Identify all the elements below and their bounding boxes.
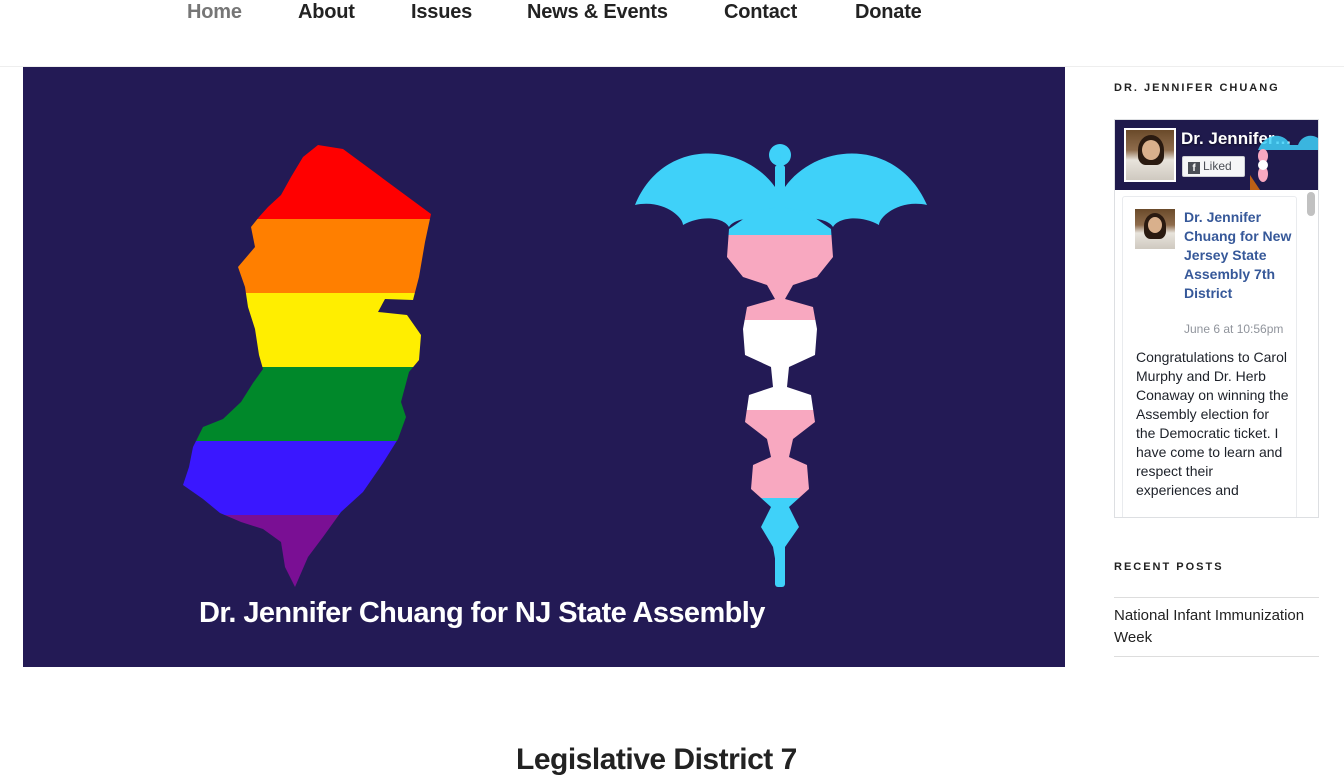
recent-posts-divider — [1114, 656, 1319, 657]
rainbow-stripe — [183, 145, 431, 219]
nav-donate[interactable]: Donate — [855, 1, 922, 24]
nav-home[interactable]: Home — [187, 1, 242, 24]
fb-feed-scrollbar[interactable] — [1307, 192, 1315, 216]
facebook-icon: f — [1188, 162, 1200, 174]
rainbow-stripe — [183, 441, 431, 515]
recent-post-link[interactable]: National Infant Immunization Week — [1114, 605, 1319, 649]
caduceus-thumbnail-icon — [1250, 135, 1318, 190]
fb-liked-button[interactable]: f Liked — [1182, 156, 1245, 177]
caduceus-icon — [635, 144, 927, 587]
fb-post-avatar[interactable] — [1135, 209, 1175, 249]
nj-rainbow-map — [183, 145, 431, 587]
hero-artwork — [183, 144, 927, 587]
caduceus-band — [727, 410, 833, 498]
fb-post: Dr. Jennifer Chuang for New Jersey State… — [1122, 196, 1297, 517]
hero-banner: Dr. Jennifer Chuang for NJ State Assembl… — [23, 67, 1065, 667]
nav-news-events[interactable]: News & Events — [527, 1, 668, 24]
page-title: Legislative District 7 — [516, 743, 797, 776]
nav-issues[interactable]: Issues — [411, 1, 472, 24]
fb-post-text: Congratulations to Carol Murphy and Dr. … — [1136, 349, 1289, 498]
fb-post-timestamp[interactable]: June 6 at 10:56pm — [1184, 322, 1283, 336]
fb-widget-title: DR. JENNIFER CHUANG — [1114, 82, 1280, 94]
recent-posts-divider — [1114, 597, 1319, 598]
caduceus-band — [727, 235, 833, 320]
rainbow-stripe — [183, 293, 431, 367]
nav-about[interactable]: About — [298, 1, 355, 24]
hero-caption: Dr. Jennifer Chuang for NJ State Assembl… — [199, 597, 765, 629]
caduceus-staff-top — [775, 165, 785, 235]
fb-page-header[interactable]: Dr. Jennifer Chuang for New Jersey State… — [1115, 120, 1318, 190]
fb-liked-label: Liked — [1203, 159, 1232, 173]
rainbow-stripe — [183, 515, 431, 587]
fb-post-author[interactable]: Dr. Jennifer Chuang for New Jersey State… — [1184, 208, 1294, 303]
facebook-page-widget[interactable]: Dr. Jennifer Chuang for New Jersey State… — [1114, 119, 1319, 518]
caduceus-top-ball — [769, 144, 791, 166]
main-navigation: Home About Issues News & Events Contact … — [0, 0, 1344, 67]
recent-posts-title: RECENT POSTS — [1114, 561, 1224, 573]
nav-contact[interactable]: Contact — [724, 1, 797, 24]
caduceus-band — [727, 320, 833, 410]
rainbow-stripe — [183, 367, 431, 441]
rainbow-stripe — [183, 219, 431, 293]
fb-page-avatar[interactable] — [1124, 128, 1176, 182]
